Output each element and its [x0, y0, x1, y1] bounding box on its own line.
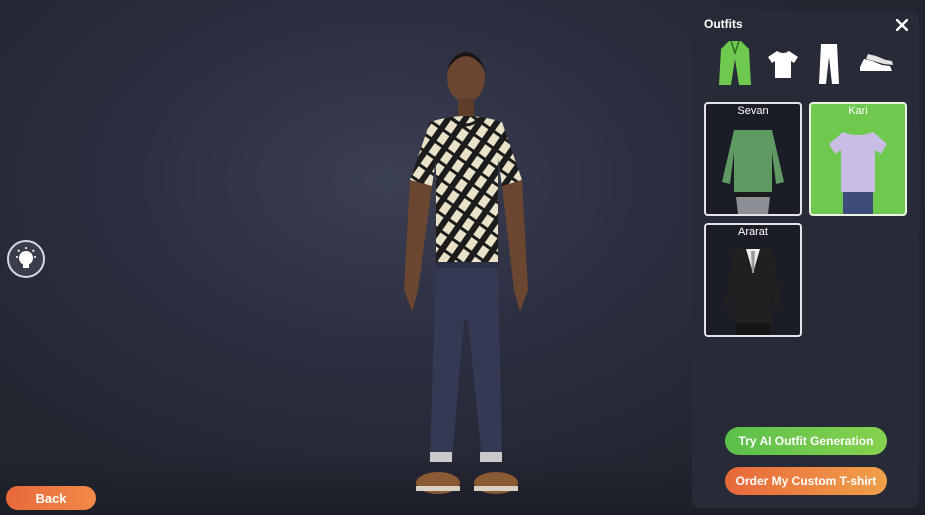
- outfit-label: Ararat: [738, 226, 768, 238]
- outfit-label: Kari: [848, 105, 868, 117]
- outfit-card-sevan[interactable]: Sevan: [704, 102, 802, 216]
- outfit-thumbnail: [722, 130, 784, 214]
- ai-outfit-generation-button[interactable]: Try AI Outfit Generation: [725, 427, 887, 455]
- tab-full-outfit[interactable]: [715, 39, 755, 89]
- shoes-icon: [860, 54, 893, 71]
- outfit-card-ararat[interactable]: Ararat: [704, 223, 802, 337]
- panel-title: Outfits: [704, 17, 743, 31]
- close-button[interactable]: [892, 15, 912, 35]
- tshirt-icon: [768, 51, 798, 78]
- outfit-card-kari[interactable]: Kari: [809, 102, 907, 216]
- lightbulb-icon: [16, 247, 36, 268]
- outfit-thumbnail: [724, 249, 782, 335]
- tab-tops[interactable]: [763, 39, 803, 89]
- close-icon: [896, 19, 908, 31]
- pants-icon: [819, 44, 839, 84]
- outfits-panel: Outfits Sevan Kari Ararat Try AI Outfit …: [692, 11, 919, 508]
- avatar-figure: [404, 52, 528, 494]
- hint-button[interactable]: [7, 240, 45, 278]
- coat-icon: [719, 40, 751, 85]
- order-custom-tshirt-button[interactable]: Order My Custom T-shirt: [725, 467, 887, 495]
- tab-shoes[interactable]: [856, 39, 896, 89]
- tab-bottoms[interactable]: [809, 39, 849, 89]
- outfit-thumbnail: [829, 132, 887, 214]
- back-button[interactable]: Back: [6, 486, 96, 510]
- outfit-label: Sevan: [737, 105, 769, 117]
